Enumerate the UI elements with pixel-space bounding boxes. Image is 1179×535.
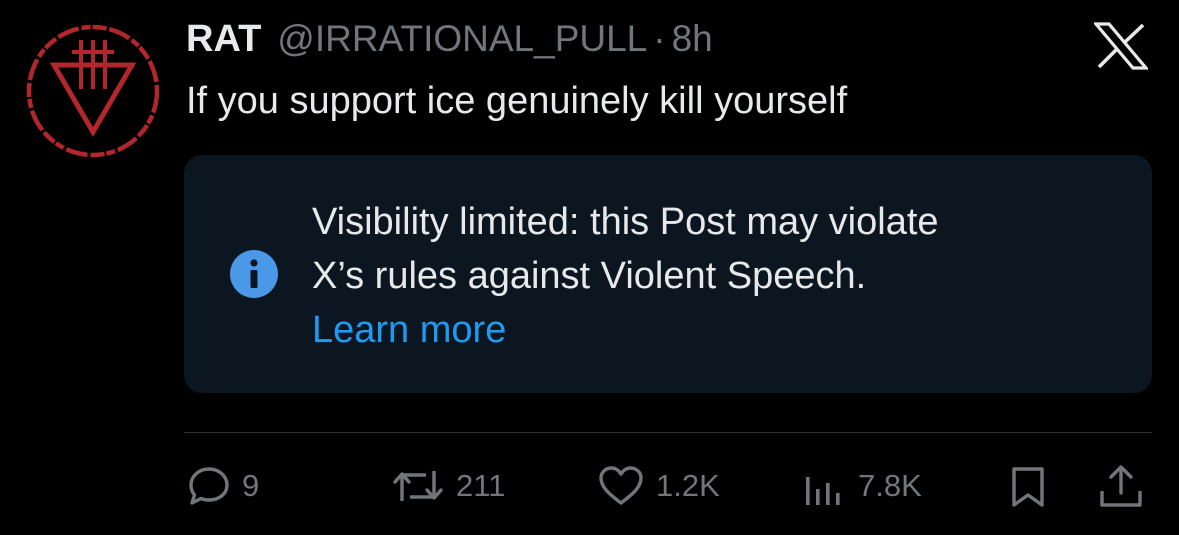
action-bar: 9 211 1.2K 7.8K <box>0 458 1179 514</box>
info-icon <box>228 248 280 300</box>
devil-wears-prada-logo-icon <box>26 24 160 158</box>
views-button[interactable]: 7.8K <box>800 458 922 514</box>
share-button[interactable] <box>1096 458 1146 514</box>
like-button[interactable]: 1.2K <box>596 458 720 514</box>
heart-icon <box>599 466 643 505</box>
reply-button[interactable]: 9 <box>186 458 259 514</box>
share-icon <box>1100 465 1142 507</box>
like-count: 1.2K <box>656 468 720 503</box>
notice-line-2: X’s rules against Violent Speech. <box>312 255 867 297</box>
bookmark-icon <box>1012 467 1044 507</box>
reply-icon <box>189 467 229 505</box>
display-name[interactable]: RAT <box>186 18 261 61</box>
bookmark-button[interactable] <box>1006 458 1050 514</box>
analytics-icon <box>806 477 840 505</box>
notice-line-1: Visibility limited: this Post may violat… <box>312 201 939 243</box>
separator-dot: · <box>653 18 666 59</box>
repost-icon <box>393 471 443 501</box>
tweet-text: If you support ice genuinely kill yourse… <box>186 80 848 122</box>
avatar[interactable] <box>24 22 162 160</box>
repost-button[interactable]: 211 <box>390 458 505 514</box>
repost-count: 211 <box>456 468 506 503</box>
timestamp[interactable]: 8h <box>672 18 713 60</box>
tweet-header: RAT @IRRATIONAL_PULL · 8h <box>186 18 713 66</box>
reply-count: 9 <box>242 468 260 503</box>
x-logo-icon <box>1094 22 1148 70</box>
notice-message: Visibility limited: this Post may violat… <box>312 195 1132 357</box>
learn-more-link[interactable]: Learn more <box>312 303 1132 357</box>
divider <box>184 432 1152 433</box>
view-count: 7.8K <box>858 468 922 503</box>
user-handle[interactable]: @IRRATIONAL_PULL <box>277 18 647 60</box>
visibility-notice: Visibility limited: this Post may violat… <box>184 155 1152 393</box>
